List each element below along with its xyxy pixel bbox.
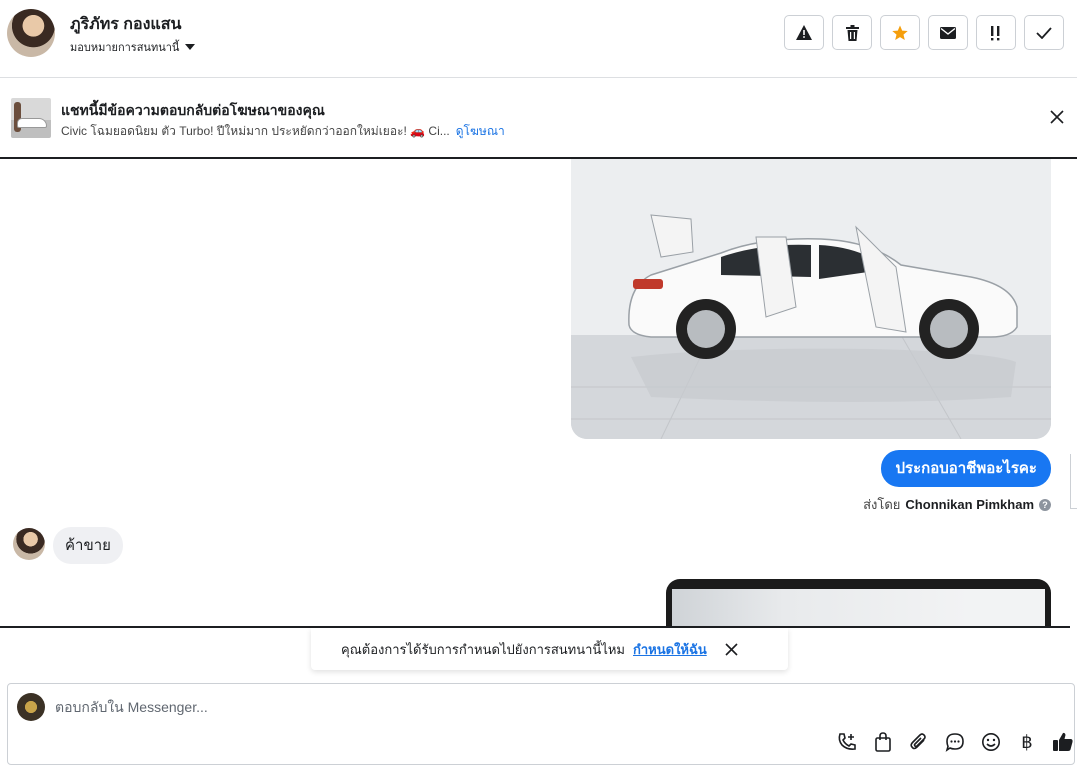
ad-banner-text: Civic โฉมยอดนิยม ตัว Turbo! ปีใหม่มาก ปร… bbox=[61, 122, 505, 141]
assign-suggestion-text: คุณต้องการได้รับการกำหนดไปยังการสนทนานี้… bbox=[341, 641, 625, 657]
messenger-conversation-page: ภูริภัทร กองแสน มอบหมายการสนทนานี้ แชทนี… bbox=[0, 0, 1077, 769]
ad-reply-banner: แชทนี้มีข้อความตอบกลับต่อโฆษณาของคุณ Civ… bbox=[0, 79, 1077, 159]
contact-name[interactable]: ภูริภัทร กองแสน bbox=[70, 12, 181, 37]
contact-avatar[interactable] bbox=[7, 9, 55, 57]
ad-description: Civic โฉมยอดนิยม ตัว Turbo! ปีใหม่มาก ปร… bbox=[61, 124, 450, 138]
call-button[interactable] bbox=[836, 731, 858, 753]
reply-input[interactable] bbox=[55, 695, 655, 719]
attach-file-button[interactable] bbox=[908, 731, 930, 753]
mark-done-button[interactable] bbox=[1024, 15, 1064, 50]
page-avatar bbox=[17, 693, 45, 721]
outgoing-message-bubble[interactable]: ประกอบอาชีพอะไรคะ bbox=[881, 450, 1051, 487]
dismiss-toast-button[interactable] bbox=[725, 642, 738, 656]
car-photo-image bbox=[571, 159, 1051, 439]
phone-add-icon bbox=[838, 733, 856, 750]
reply-composer: ฿ bbox=[7, 683, 1075, 765]
assign-conversation-dropdown[interactable]: มอบหมายการสนทนานี้ bbox=[70, 38, 196, 56]
trash-icon bbox=[845, 24, 859, 41]
incoming-message-bubble[interactable]: ค้าขาย bbox=[53, 527, 123, 564]
sent-by-label: ส่งโดย Chonnikan Pimkham ? bbox=[863, 494, 1051, 515]
warning-icon bbox=[796, 25, 812, 40]
emoji-icon bbox=[982, 733, 1000, 751]
message-thread[interactable]: ประกอบอาชีพอะไรคะ ส่งโดย Chonnikan Pimkh… bbox=[0, 159, 1077, 626]
follow-up-button[interactable] bbox=[976, 15, 1016, 50]
star-icon bbox=[892, 25, 908, 40]
delete-button[interactable] bbox=[832, 15, 872, 50]
ad-thumbnail[interactable] bbox=[11, 98, 51, 138]
close-icon bbox=[725, 642, 738, 656]
follow-up-icon bbox=[991, 25, 1000, 40]
ad-banner-title: แชทนี้มีข้อความตอบกลับต่อโฆษณาของคุณ bbox=[61, 102, 325, 118]
help-icon[interactable]: ? bbox=[1039, 498, 1051, 511]
like-button[interactable] bbox=[1052, 731, 1074, 753]
assign-suggestion-toast: คุณต้องการได้รับการกำหนดไปยังการสนทนานี้… bbox=[311, 628, 788, 670]
shop-button[interactable] bbox=[872, 731, 894, 753]
paperclip-icon bbox=[910, 733, 926, 750]
sent-by-prefix: ส่งโดย bbox=[863, 497, 901, 512]
check-icon bbox=[1036, 26, 1052, 39]
envelope-icon bbox=[940, 26, 956, 39]
header-actions bbox=[784, 15, 1064, 50]
close-icon bbox=[1050, 110, 1064, 124]
assign-label: มอบหมายการสนทนานี้ bbox=[70, 42, 180, 54]
mark-spam-button[interactable] bbox=[784, 15, 824, 50]
payment-button[interactable]: ฿ bbox=[1016, 731, 1038, 753]
saved-replies-button[interactable] bbox=[944, 731, 966, 753]
contact-avatar-small[interactable] bbox=[13, 528, 45, 560]
close-ad-banner-button[interactable] bbox=[1050, 110, 1064, 129]
car-photo-attachment[interactable] bbox=[571, 159, 1051, 439]
sender-name: Chonnikan Pimkham bbox=[905, 497, 1034, 512]
side-panel-edge bbox=[1070, 454, 1077, 509]
composer-toolbar: ฿ bbox=[836, 731, 1074, 753]
emoji-button[interactable] bbox=[980, 731, 1002, 753]
chevron-down-icon bbox=[185, 44, 196, 50]
conversation-header: ภูริภัทร กองแสน มอบหมายการสนทนานี้ bbox=[0, 0, 1077, 78]
star-button[interactable] bbox=[880, 15, 920, 50]
attachment-thumbnail bbox=[672, 589, 1045, 626]
baht-icon: ฿ bbox=[1021, 731, 1033, 753]
mark-unread-button[interactable] bbox=[928, 15, 968, 50]
saved-reply-icon bbox=[945, 733, 964, 752]
assign-to-me-link[interactable]: กำหนดให้ฉัน bbox=[633, 639, 707, 660]
thumbs-up-icon bbox=[1053, 732, 1073, 751]
bag-icon bbox=[875, 732, 891, 752]
view-ad-link[interactable]: ดูโฆษณา bbox=[456, 124, 505, 138]
video-attachment-preview[interactable] bbox=[666, 579, 1051, 626]
